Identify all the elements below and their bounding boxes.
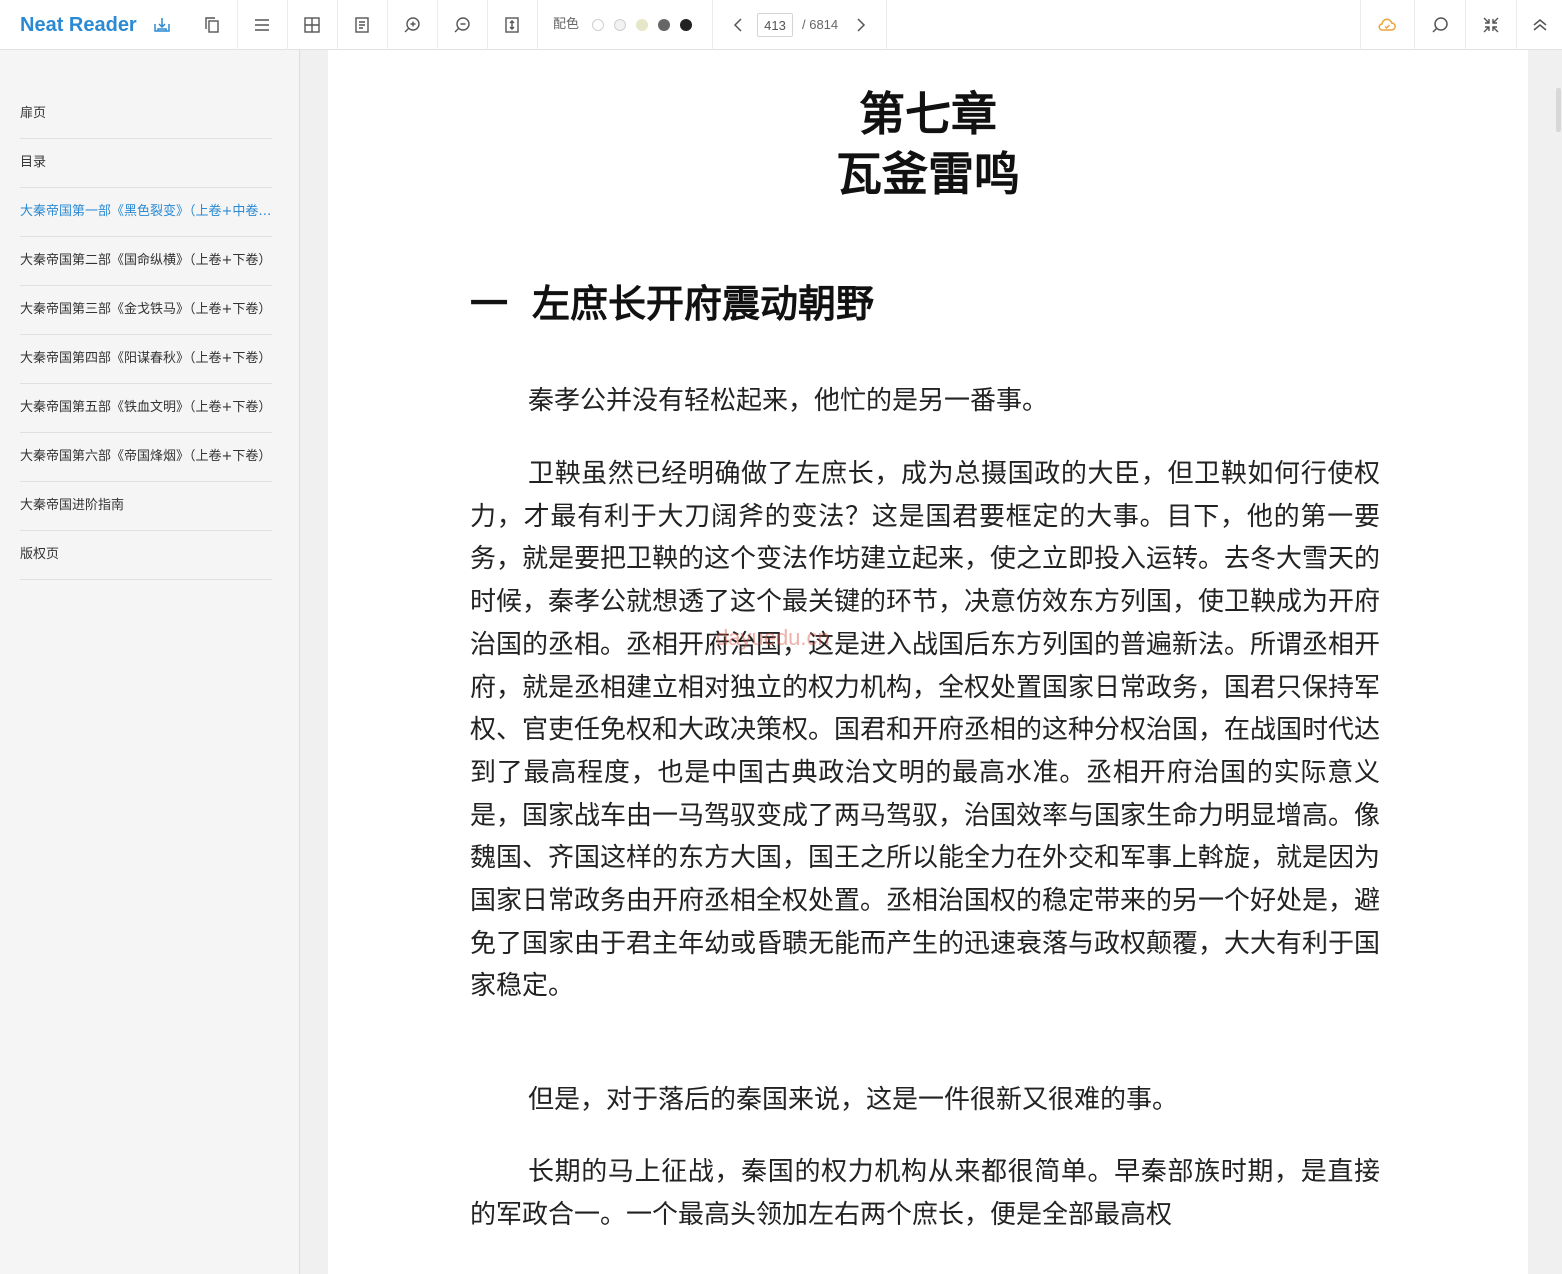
toc-item-part-6[interactable]: 大秦帝国第六部《帝国烽烟》（上卷+下卷） (20, 433, 272, 482)
theme-swatch-5[interactable] (680, 19, 692, 31)
copy-icon[interactable] (187, 0, 237, 50)
paragraph: 卫鞅虽然已经明确做了左庶长，成为总摄国政的大臣，但卫鞅如何行使权力，才最有利于大… (470, 459, 1381, 1002)
app-title: Neat Reader (20, 14, 137, 36)
prev-page-icon[interactable] (722, 0, 756, 50)
theme-swatch-3[interactable] (636, 19, 648, 31)
page-number-input[interactable] (757, 13, 793, 37)
chapter-title: 瓦釜雷鸣 (836, 147, 1020, 201)
section-heading: 一左庶长开府震动朝野 (470, 278, 874, 330)
notes-icon[interactable] (337, 0, 387, 50)
theme-swatch-2[interactable] (614, 19, 626, 31)
toolbar-divider (1360, 0, 1361, 50)
next-page-icon[interactable] (843, 0, 877, 50)
toc-item-part-3[interactable]: 大秦帝国第三部《金戈铁马》（上卷+下卷） (20, 286, 272, 335)
reading-area[interactable]: 第七章 瓦釜雷鸣 一左庶长开府震动朝野 秦孝公并没有轻松起来，他忙的是另一番事。… (301, 50, 1562, 1274)
zoom-in-icon[interactable] (387, 0, 437, 50)
toolbar-divider (537, 0, 538, 50)
section-number: 一 (470, 281, 509, 326)
toolbar-divider (886, 0, 887, 50)
page-total: / 6814 (802, 17, 839, 32)
scrollbar-thumb[interactable] (1556, 88, 1561, 132)
toc-item-part-1[interactable]: 大秦帝国第一部《黑色裂变》（上卷+中卷+下卷） (20, 188, 272, 237)
section-title: 左庶长开府震动朝野 (532, 281, 875, 326)
zoom-out-icon[interactable] (437, 0, 487, 50)
paragraph: 但是，对于落后的秦国来说，这是一件很新又很难的事。 (528, 1085, 1179, 1115)
chapter-number: 第七章 (859, 87, 997, 141)
collapse-toolbar-icon[interactable] (1517, 0, 1562, 50)
theme-swatch-4[interactable] (658, 19, 670, 31)
menu-icon[interactable] (237, 0, 287, 50)
toc-item-part-5[interactable]: 大秦帝国第五部《铁血文明》（上卷+下卷） (20, 384, 272, 433)
theme-label: 配色 (553, 17, 580, 32)
toc-item-title-page[interactable]: 扉页 (20, 90, 272, 139)
cloud-sync-icon[interactable] (1362, 0, 1412, 50)
toc-item-contents[interactable]: 目录 (20, 139, 272, 188)
fit-height-icon[interactable] (487, 0, 537, 50)
toc-list: 扉页 目录 大秦帝国第一部《黑色裂变》（上卷+中卷+下卷） 大秦帝国第二部《国命… (20, 90, 272, 580)
paragraph: 秦孝公并没有轻松起来，他忙的是另一番事。 (528, 386, 1049, 416)
theme-swatch-1[interactable] (592, 19, 604, 31)
toc-item-part-4[interactable]: 大秦帝国第四部《阳谋春秋》（上卷+下卷） (20, 335, 272, 384)
bookshelf-icon[interactable] (137, 0, 187, 50)
grid-icon[interactable] (287, 0, 337, 50)
toolbar-divider (712, 0, 713, 50)
toc-item-guide[interactable]: 大秦帝国进阶指南 (20, 482, 272, 531)
toc-sidebar: 扉页 目录 大秦帝国第一部《黑色裂变》（上卷+中卷+下卷） 大秦帝国第二部《国命… (0, 50, 300, 1274)
toc-item-part-2[interactable]: 大秦帝国第二部《国命纵横》（上卷+下卷） (20, 237, 272, 286)
search-icon[interactable] (1415, 0, 1465, 50)
top-toolbar: Neat Reader 配色 / 6814 (0, 0, 1562, 50)
book-page: 第七章 瓦釜雷鸣 一左庶长开府震动朝野 秦孝公并没有轻松起来，他忙的是另一番事。… (328, 50, 1528, 1274)
watermark: dayuedu.cn (716, 625, 830, 650)
toc-item-copyright[interactable]: 版权页 (20, 531, 272, 580)
paragraph: 长期的马上征战，秦国的权力机构从来都很简单。早秦部族时期，是直接的军政合一。一个… (470, 1157, 1380, 1230)
collapse-fullscreen-icon[interactable] (1466, 0, 1516, 50)
